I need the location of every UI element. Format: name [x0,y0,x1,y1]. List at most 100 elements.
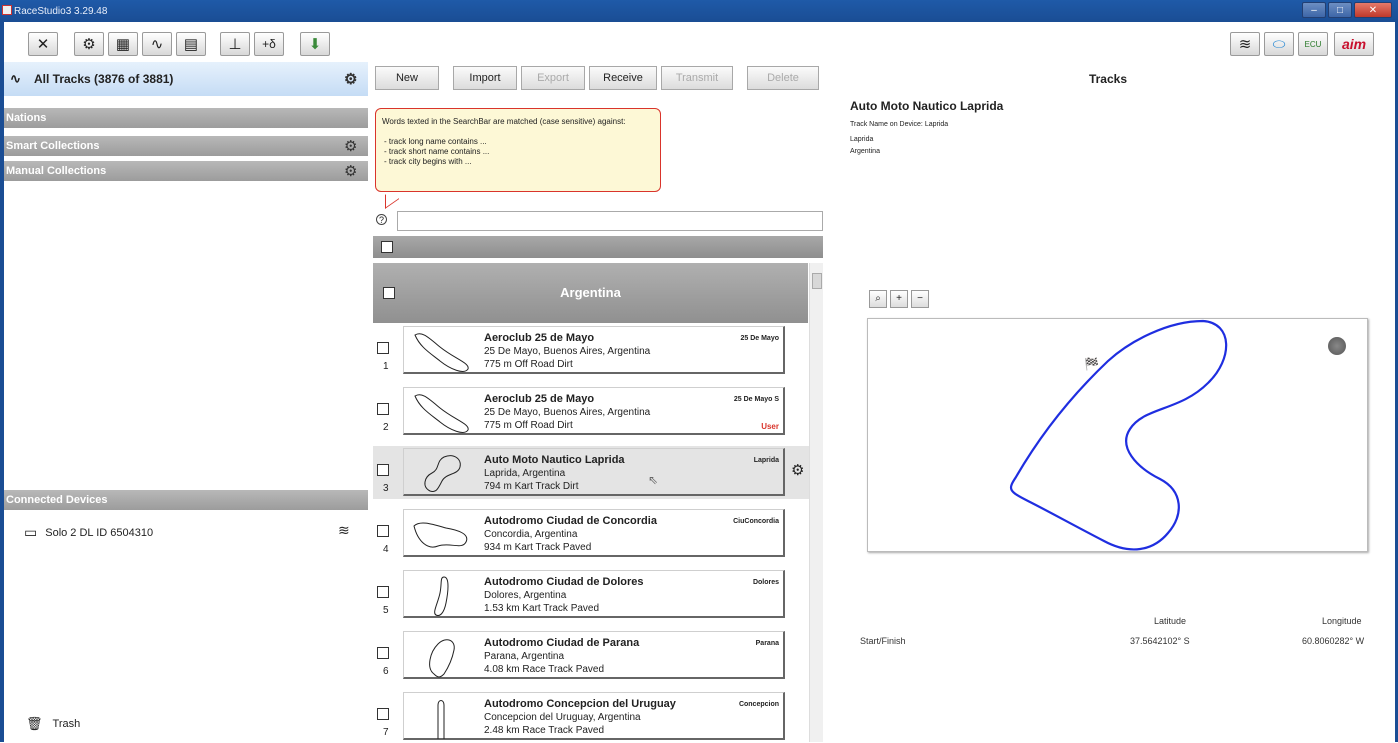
tooltip-line: - track long name contains ... [384,137,487,146]
track-detail-panel: Tracks Auto Moto Nautico Laprida Track N… [838,62,1378,742]
row-checkbox[interactable] [377,647,389,659]
trash-label: Trash [52,718,81,730]
track-short-name: Laprida [753,457,779,464]
track-list-scrollbar[interactable] [809,263,823,742]
row-checkbox[interactable] [377,708,389,720]
search-input[interactable] [397,211,823,231]
row-checkbox[interactable] [377,342,389,354]
sidebar: ∿ All Tracks (3876 of 3881) ⚙ Nations Sm… [4,62,368,742]
close-button[interactable]: ✕ [1354,2,1392,18]
track-type: 1.53 km Kart Track Paved [484,603,600,614]
track-card[interactable]: Aeroclub 25 de Mayo 25 De Mayo, Buenos A… [403,326,785,374]
nations-header[interactable]: Nations [4,108,368,128]
ecu-icon[interactable]: ECU [1298,32,1328,56]
receive-button[interactable]: Receive [589,66,657,90]
minimize-button[interactable]: – [1302,2,1326,18]
track-card[interactable]: Aeroclub 25 de Mayo 25 De Mayo, Buenos A… [403,387,785,435]
row-number: 6 [383,666,389,677]
row-number: 2 [383,422,389,433]
track-location: Concepcion del Uruguay, Argentina [484,712,641,723]
aim-logo[interactable]: aim [1334,32,1374,56]
track-card[interactable]: Autodromo Concepcion del Uruguay Concepc… [403,692,785,740]
new-button[interactable]: New [375,66,439,90]
track-row[interactable]: 7 Autodromo Concepcion del Uruguay Conce… [373,690,809,743]
smart-collections-header[interactable]: Smart Collections [4,136,368,156]
all-tracks-row[interactable]: ∿ All Tracks (3876 of 3881) ⚙ [4,62,368,96]
detail-device-name: Track Name on Device: Laprida [850,121,949,128]
track-type: 794 m Kart Track Dirt [484,481,579,492]
all-tracks-label: All Tracks (3876 of 3881) [34,72,174,86]
track-row[interactable]: 1 Aeroclub 25 de Mayo 25 De Mayo, Buenos… [373,324,809,377]
track-location: Laprida, Argentina [484,468,566,479]
detail-city: Laprida [850,136,874,143]
track-name: Autodromo Concepcion del Uruguay [484,698,676,710]
country-group-header[interactable]: Argentina [373,263,808,323]
dashboard-icon[interactable]: ▦ [108,32,138,56]
track-row[interactable]: 4 Autodromo Ciudad de Concordia Concordi… [373,507,809,560]
scrollbar-thumb[interactable] [812,273,822,289]
row-checkbox[interactable] [377,403,389,415]
track-name: Aeroclub 25 de Mayo [484,393,595,405]
detail-track-name: Auto Moto Nautico Laprida [850,99,1004,113]
row-checkbox[interactable] [377,525,389,537]
export-button[interactable]: Export [521,66,585,90]
math-channels-icon[interactable]: +δ [254,32,284,56]
maximize-button[interactable]: □ [1328,2,1352,18]
analysis-icon[interactable]: ▤ [176,32,206,56]
tools-icon[interactable]: ✕ [28,32,58,56]
tracks-icon[interactable]: ∿ [142,32,172,56]
manual-collections-header[interactable]: Manual Collections [4,161,368,181]
settings-icon[interactable]: ⚙ [74,32,104,56]
help-icon[interactable]: ? [376,214,387,225]
row-checkbox[interactable] [377,464,389,476]
select-all-bar [373,236,823,258]
track-type: 775 m Off Road Dirt [484,359,573,370]
gear-icon[interactable]: ⚙ [344,137,357,155]
track-card[interactable]: Autodromo Ciudad de Dolores Dolores, Arg… [403,570,785,618]
window-titlebar: RaceStudio3 3.29.48 – □ ✕ [0,0,1398,22]
start-longitude: 60.8060282° W [1302,636,1365,646]
window-title: RaceStudio3 3.29.48 [14,5,108,17]
track-card[interactable]: Auto Moto Nautico Laprida Laprida, Argen… [403,448,785,496]
track-thumbnail [434,576,449,616]
track-thumbnail [437,700,445,739]
track-short-name: Dolores [752,579,779,586]
transmit-button[interactable]: Transmit [661,66,733,90]
import-button[interactable]: Import [453,66,517,90]
app-icon [2,5,12,15]
device-icon[interactable]: ⬭ [1264,32,1294,56]
device-label: Solo 2 DL ID 6504310 [45,526,154,539]
device-item[interactable]: ▭ Solo 2 DL ID 6504310 [24,524,153,541]
track-short-name: 25 De Mayo S [733,396,779,403]
latitude-header: Latitude [1154,616,1187,626]
start-finish-label: Start/Finish [860,636,906,646]
aim-logo-text: aim [1341,36,1367,52]
zoom-out-icon[interactable]: − [911,290,929,308]
download-icon[interactable]: ⬇ [300,32,330,56]
smart-collections-label: Smart Collections [6,140,100,152]
delete-button[interactable]: Delete [747,66,819,90]
row-checkbox[interactable] [377,586,389,598]
trash-item[interactable]: 🗑 Trash [26,716,80,732]
track-short-name: CiuConcordia [733,518,779,525]
track-row[interactable]: 2 Aeroclub 25 de Mayo 25 De Mayo, Buenos… [373,385,809,438]
track-row[interactable]: 6 Autodromo Ciudad de Parana Parana, Arg… [373,629,809,682]
select-all-checkbox[interactable] [381,241,393,253]
gear-icon[interactable]: ⚙ [344,70,357,88]
zoom-in-icon[interactable]: + [890,290,908,308]
track-map[interactable]: 🏁 [867,318,1368,552]
ecu-label: ECU [1304,39,1322,49]
track-row-selected[interactable]: 3 Auto Moto Nautico Laprida Laprida, Arg… [373,446,809,499]
detail-country: Argentina [850,148,880,155]
track-card[interactable]: Autodromo Ciudad de Parana Parana, Argen… [403,631,785,679]
tuning-icon[interactable]: ⊥ [220,32,250,56]
wifi-icon[interactable]: ≋ [1230,32,1260,56]
track-location: Parana, Argentina [484,651,565,662]
gear-icon[interactable]: ⚙ [791,461,804,479]
track-row[interactable]: 5 Autodromo Ciudad de Dolores Dolores, A… [373,568,809,621]
track-card[interactable]: Autodromo Ciudad de Concordia Concordia,… [403,509,785,557]
gear-icon[interactable]: ⚙ [344,162,357,180]
zoom-fit-icon[interactable]: ⌕ [869,290,887,308]
connected-devices-header: Connected Devices [4,490,368,510]
compass-icon [1328,337,1346,355]
